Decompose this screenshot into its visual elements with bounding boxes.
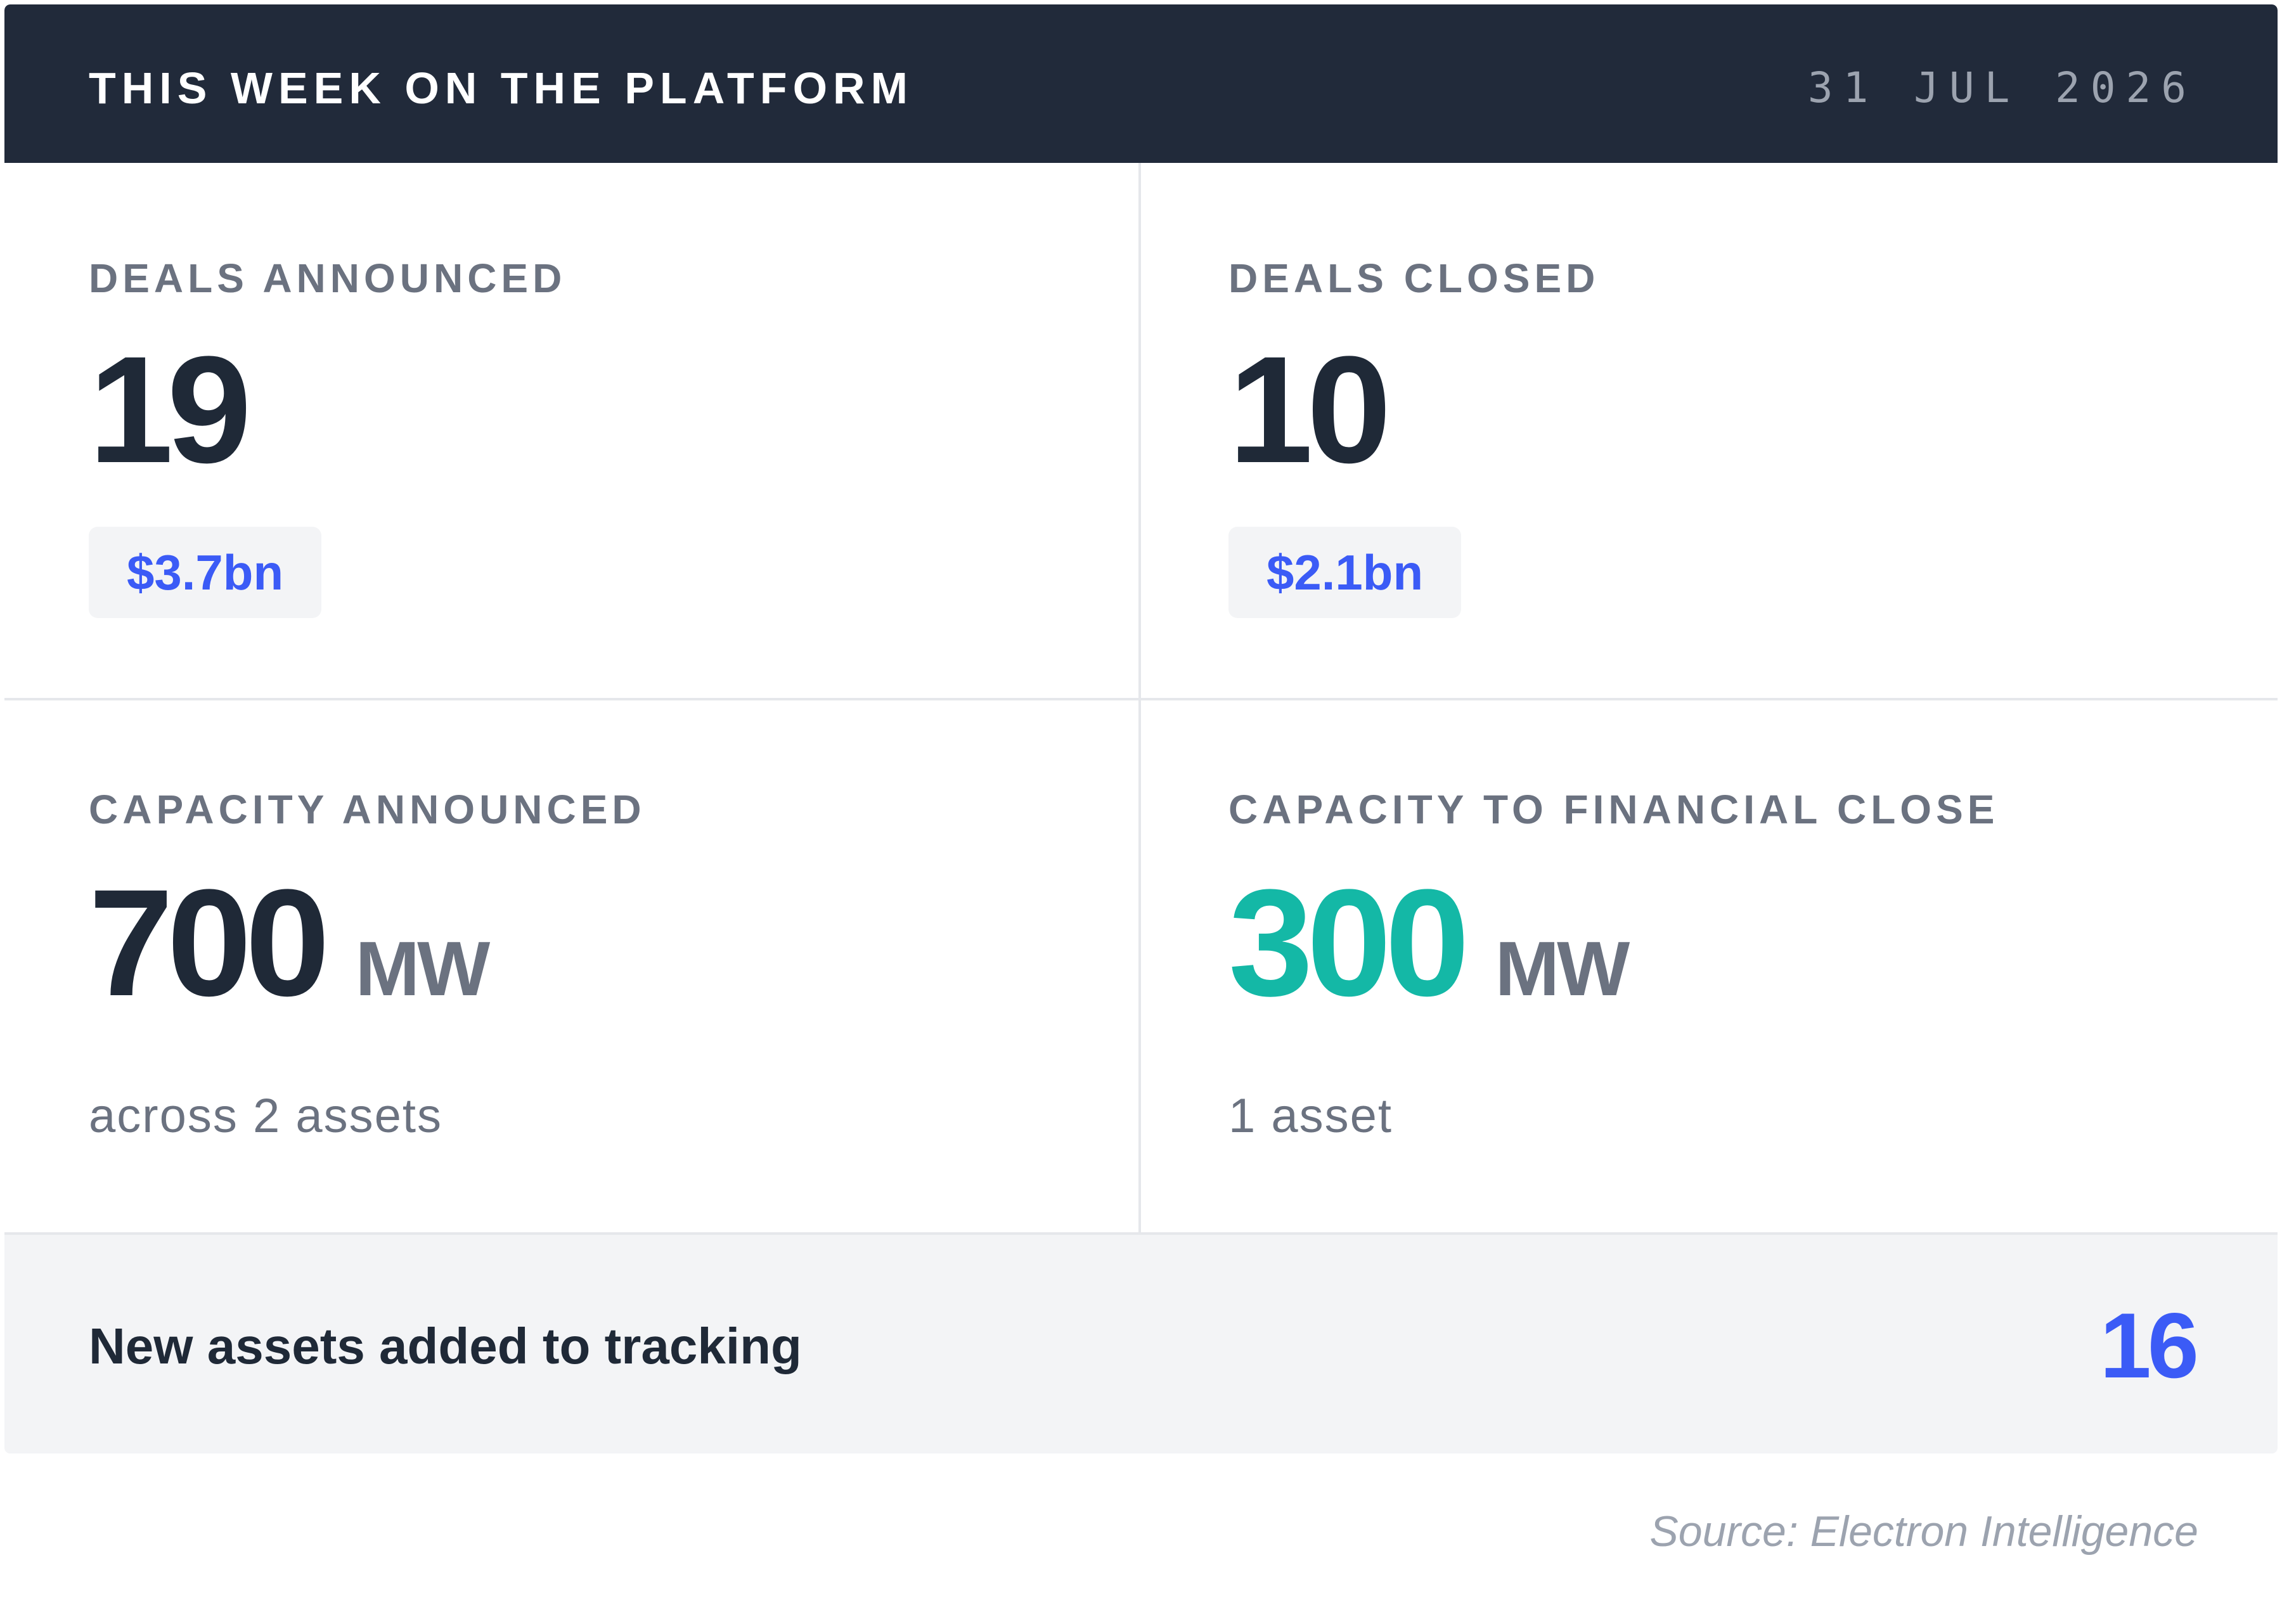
card-title: THIS WEEK ON THE PLATFORM [89,63,913,113]
capacity-announced-value: 700 MW [89,867,490,1045]
deals-announced-count: 19 [89,325,252,494]
stat-label: DEALS CLOSED [1228,255,1600,301]
capacity-financial-close-note: 1 asset [1228,1089,1393,1143]
stat-label: CAPACITY TO FINANCIAL CLOSE [1228,787,1999,832]
new-assets-row: New assets added to tracking 16 [4,1232,2278,1453]
stat-label: CAPACITY ANNOUNCED [89,787,646,832]
weekly-summary-card: THIS WEEK ON THE PLATFORM 31 JUL 2026 DE… [4,4,2278,1453]
capacity-financial-close-value: 300 MW [1228,867,1630,1045]
stat-capacity-financial-close: CAPACITY TO FINANCIAL CLOSE 300 MW 1 asse… [1141,700,2278,1232]
deals-closed-value-badge: $2.1bn [1228,527,1462,618]
source-note: Source: Electron Intelligence [1649,1507,2198,1556]
stat-capacity-announced: CAPACITY ANNOUNCED 700 MW across 2 assets [4,700,1138,1232]
capacity-announced-unit: MW [355,925,490,1012]
stat-deals-closed: DEALS CLOSED 10 $2.1bn [1141,163,2278,698]
stat-deals-announced: DEALS ANNOUNCED 19 $3.7bn [4,163,1138,698]
card-date: 31 JUL 2026 [1807,63,2196,112]
new-assets-label: New assets added to tracking [89,1318,802,1374]
capacity-announced-note: across 2 assets [89,1089,442,1143]
capacity-financial-close-unit: MW [1495,925,1630,1012]
capacity-announced-amount: 700 [89,858,330,1028]
deals-closed-count: 10 [1228,325,1391,494]
capacity-financial-close-amount: 300 [1228,858,1469,1028]
deals-announced-value-badge: $3.7bn [89,527,322,618]
stat-label: DEALS ANNOUNCED [89,255,567,301]
card-header: THIS WEEK ON THE PLATFORM 31 JUL 2026 [4,4,2278,163]
new-assets-count: 16 [2099,1294,2199,1397]
